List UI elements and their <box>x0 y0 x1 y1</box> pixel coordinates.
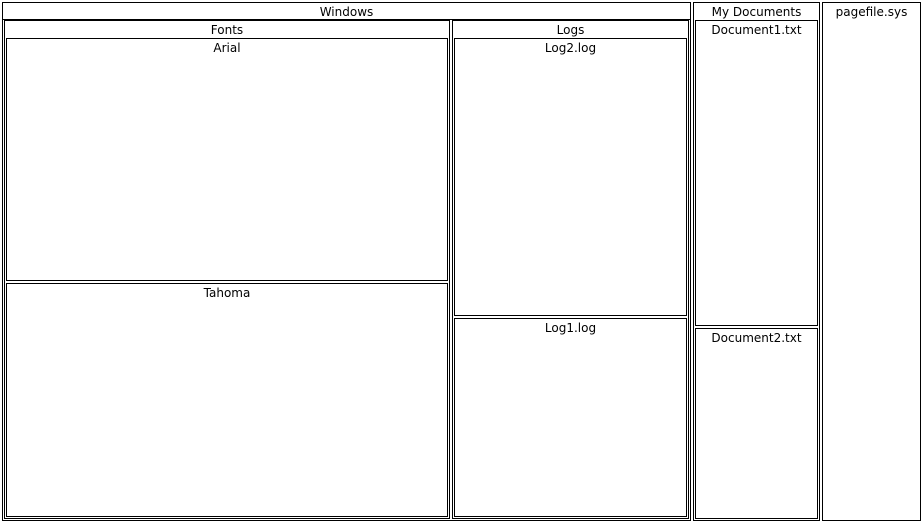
treemap-node-tahoma[interactable]: Tahoma <box>6 283 448 517</box>
treemap-node-pagefile[interactable]: pagefile.sys <box>822 2 921 521</box>
treemap-label-pagefile: pagefile.sys <box>835 5 908 19</box>
treemap-label-document1: Document1.txt <box>711 23 802 37</box>
treemap-label-arial: Arial <box>213 41 241 55</box>
treemap-node-document1[interactable]: Document1.txt <box>695 20 818 326</box>
treemap-label-document2: Document2.txt <box>711 331 802 345</box>
treemap-node-document2[interactable]: Document2.txt <box>695 328 818 519</box>
treemap-label-tahoma: Tahoma <box>203 286 251 300</box>
treemap-node-log2[interactable]: Log2.log <box>454 38 687 316</box>
treemap-label-fonts: Fonts <box>210 23 244 37</box>
treemap-label-windows: Windows <box>319 5 374 19</box>
treemap-label-log2: Log2.log <box>544 41 597 55</box>
treemap-label-log1: Log1.log <box>544 321 597 335</box>
treemap-label-logs: Logs <box>556 23 585 37</box>
treemap-label-my-documents: My Documents <box>711 5 802 19</box>
treemap-node-log1[interactable]: Log1.log <box>454 318 687 517</box>
treemap-node-arial[interactable]: Arial <box>6 38 448 281</box>
